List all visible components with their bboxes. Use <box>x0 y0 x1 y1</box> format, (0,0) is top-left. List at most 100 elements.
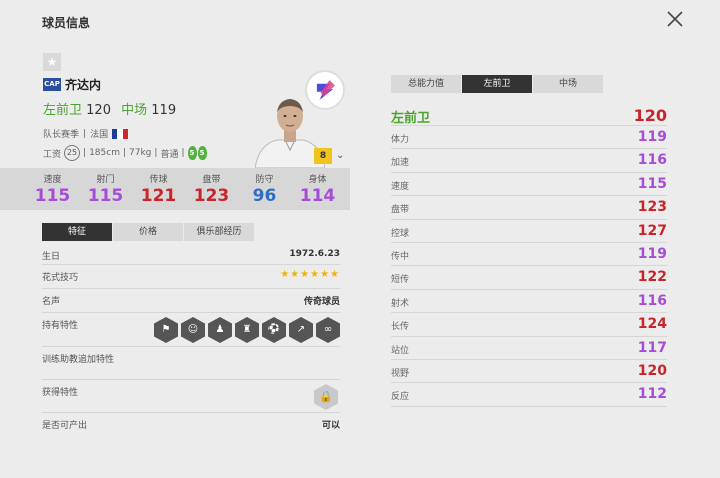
season-label: 队长赛季 <box>43 130 80 140</box>
salary-value: 25 <box>64 145 81 161</box>
stats-bar: 速度 115 射门 115 传球 121 盘带 123 防守 96 身体 114 <box>0 168 350 210</box>
close-icon[interactable] <box>664 8 686 30</box>
stat-item: 防守 96 <box>238 168 291 210</box>
tab-features[interactable]: 特征 <box>42 223 113 241</box>
stat-label: 射门 <box>96 175 115 185</box>
stat-label: 防守 <box>255 175 274 185</box>
attribute-label: 站位 <box>391 345 410 356</box>
attribute-value: 122 <box>637 269 667 286</box>
info-row: 名声 传奇球员 <box>42 289 340 313</box>
attribute-value: 119 <box>637 129 667 145</box>
stat-item: 盘带 123 <box>185 168 238 210</box>
attribute-label: 左前卫 <box>391 111 431 126</box>
attribute-row: 体力 119 <box>391 126 667 150</box>
left-tabs: 特征 价格 俱乐部经历 <box>42 223 255 241</box>
stat-value: 96 <box>252 186 277 206</box>
lock-icon: 🔒 <box>314 384 338 410</box>
reputation-value: 传奇球员 <box>303 297 340 307</box>
trait-icon-1[interactable]: ⚑ <box>154 317 178 343</box>
birthday-value: 1972.6.23 <box>289 249 340 259</box>
player-meta-2: 工资 25 | 185cm | 77kg | 普通 | 5 5 <box>43 145 207 161</box>
trait-icon-5[interactable]: ⚽ <box>262 317 286 343</box>
attribute-value: 115 <box>637 175 667 192</box>
trait-icon-2[interactable]: ☺ <box>181 317 205 343</box>
favorite-star-icon[interactable]: ★ <box>43 53 61 71</box>
trait-icon-6[interactable]: ↗ <box>289 317 313 343</box>
stat-label: 身体 <box>308 175 327 185</box>
country-label: 法国 <box>90 130 109 140</box>
attribute-value: 112 <box>637 386 667 403</box>
attribute-row: 视野 120 <box>391 360 667 384</box>
attribute-row: 盘带 123 <box>391 196 667 220</box>
france-flag-icon <box>112 128 129 139</box>
attribute-label: 长传 <box>391 322 410 333</box>
attribute-label: 传中 <box>391 251 410 262</box>
attribute-row: 站位 117 <box>391 337 667 360</box>
attribute-row: 射术 116 <box>391 290 667 314</box>
info-list: 生日 1972.6.23 花式技巧 ★★★★★★ 名声 传奇球员 持有特性 ⚑ … <box>42 244 340 437</box>
skill-stars-icon: ★★★★★★ <box>280 269 340 280</box>
tab-overall[interactable]: 总能力值 <box>391 75 462 93</box>
stat-value: 121 <box>140 186 177 206</box>
trait-icon-3[interactable]: ♟ <box>208 317 232 343</box>
info-row: 生日 1972.6.23 <box>42 244 340 265</box>
info-row: 是否可产出 可以 <box>42 413 340 437</box>
attribute-row: 加速 116 <box>391 149 667 173</box>
info-row: 获得特性 🔒 <box>42 380 340 413</box>
attribute-label: 反应 <box>391 392 410 403</box>
attribute-value: 124 <box>637 316 667 333</box>
stat-label: 盘带 <box>202 175 221 185</box>
attribute-value: 117 <box>637 339 667 356</box>
info-row: 花式技巧 ★★★★★★ <box>42 265 340 289</box>
stat-value: 115 <box>34 186 71 206</box>
attribute-row: 长传 124 <box>391 313 667 337</box>
position-secondary: 中场 <box>121 103 148 118</box>
produce-value: 可以 <box>321 421 340 431</box>
position-secondary-value: 119 <box>151 103 177 118</box>
attribute-value: 120 <box>637 362 667 379</box>
attribute-row: 控球 127 <box>391 220 667 243</box>
player-name: 齐达内 <box>65 78 102 92</box>
trait-icon-7[interactable]: ∞ <box>316 317 340 343</box>
attribute-label: 视野 <box>391 368 410 379</box>
position-primary: 左前卫 <box>43 103 83 118</box>
attribute-label: 射术 <box>391 298 410 309</box>
position-ratings: 左前卫 120 中场 119 <box>43 99 182 118</box>
height-value: 185cm <box>89 148 120 158</box>
salary-label: 工资 <box>43 149 62 160</box>
attribute-row: 传中 119 <box>391 243 667 267</box>
attribute-label: 盘带 <box>391 205 410 216</box>
attribute-value: 123 <box>637 199 667 216</box>
position-primary-value: 120 <box>86 103 111 118</box>
stat-item: 速度 115 <box>26 168 79 210</box>
attribute-value: 119 <box>637 245 667 262</box>
tab-midfield[interactable]: 中场 <box>533 75 604 93</box>
player-meta-1: 队长赛季 | 法国 <box>43 127 129 140</box>
info-row: 训练助教追加特性 <box>42 347 340 380</box>
attribute-row: 短传 122 <box>391 266 667 290</box>
stat-value: 115 <box>87 186 124 206</box>
chevron-down-icon[interactable]: ⌄ <box>336 150 344 161</box>
attribute-value: 116 <box>637 292 667 309</box>
attribute-row: 反应 112 <box>391 383 667 407</box>
body-type: 普通 <box>160 149 179 160</box>
tab-price[interactable]: 价格 <box>113 223 184 241</box>
attribute-label: 速度 <box>391 181 410 192</box>
attribute-label: 短传 <box>391 275 410 286</box>
stat-item: 射门 115 <box>79 168 132 210</box>
separator: | <box>83 128 87 139</box>
attribute-value: 120 <box>633 106 667 125</box>
attribute-list: 左前卫 120 体力 119 加速 116 速度 115 盘带 123 控球 127 传中 119 短传 12… <box>391 104 667 407</box>
trait-icons: ⚑ ☺ ♟ ♜ ⚽ ↗ ∞ <box>154 317 340 343</box>
tab-club-history[interactable]: 俱乐部经历 <box>184 223 255 241</box>
trait-icon-4[interactable]: ♜ <box>235 317 259 343</box>
tab-left-midfield[interactable]: 左前卫 <box>462 75 533 93</box>
stat-label: 速度 <box>43 175 62 185</box>
stat-item: 传球 121 <box>132 168 185 210</box>
attribute-label: 控球 <box>391 228 410 239</box>
attribute-row: 左前卫 120 <box>391 104 667 126</box>
attribute-label: 体力 <box>391 135 410 145</box>
right-tabs: 总能力值 左前卫 中场 <box>391 75 604 93</box>
attribute-label: 加速 <box>391 158 410 169</box>
weight-value: 77kg <box>129 148 152 158</box>
